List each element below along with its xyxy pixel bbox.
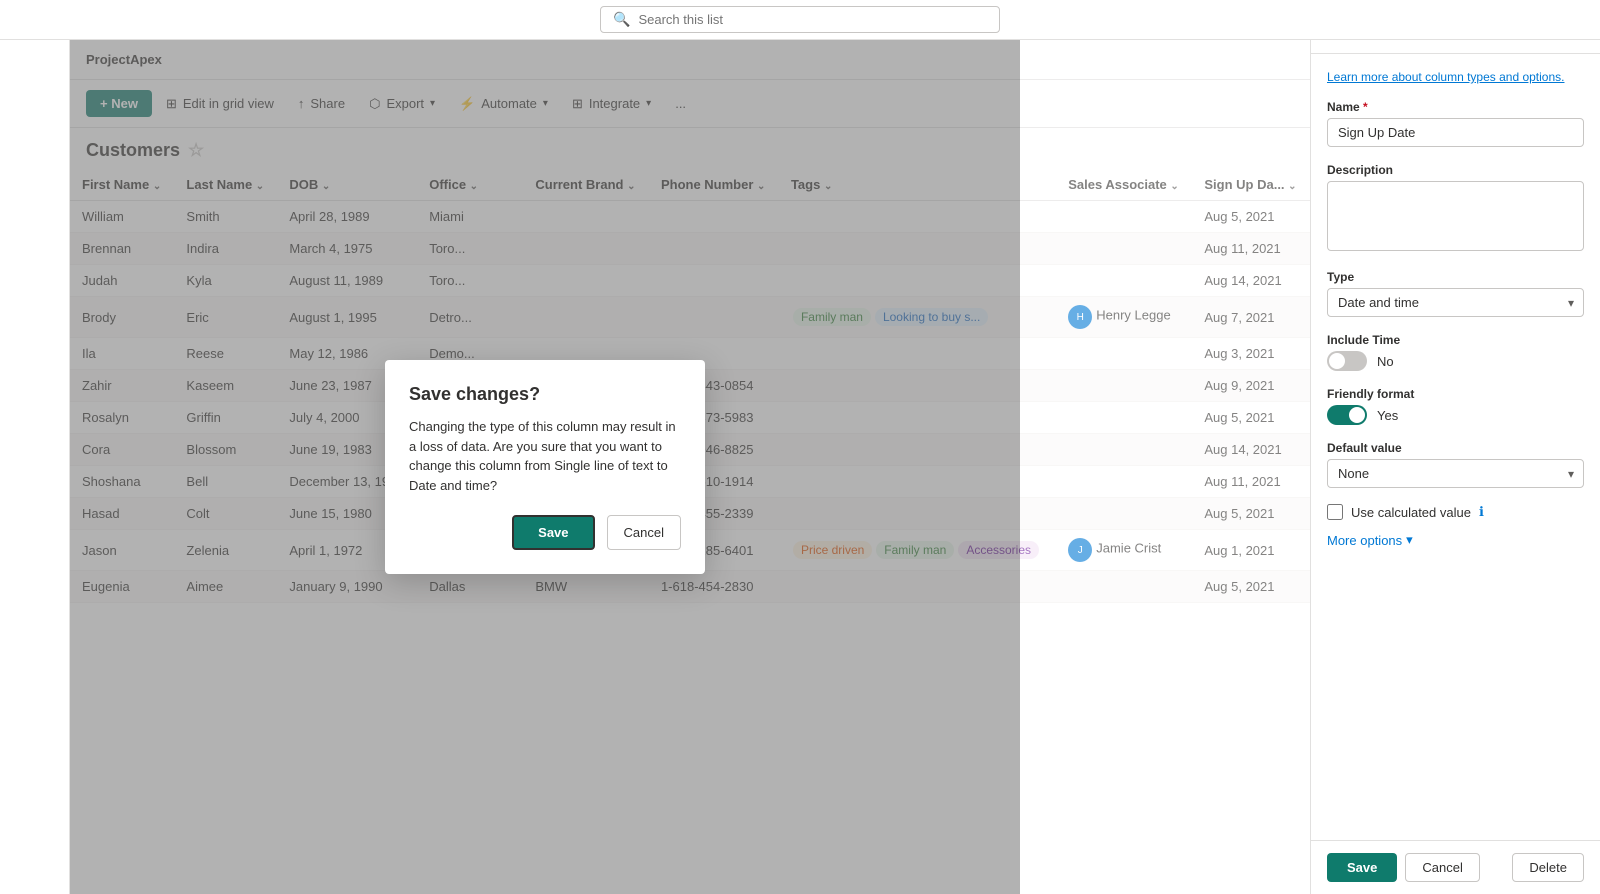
- name-field-group: Name *: [1327, 100, 1584, 147]
- friendly-format-value: Yes: [1377, 408, 1398, 423]
- save-changes-modal: Save changes? Changing the type of this …: [385, 360, 705, 574]
- use-calculated-label: Use calculated value: [1351, 505, 1471, 520]
- cell-7: [1056, 338, 1192, 370]
- type-select[interactable]: Date and time Single line of text Number…: [1327, 288, 1584, 317]
- friendly-format-toggle-row: Yes: [1327, 405, 1584, 425]
- use-calculated-row: Use calculated value ℹ: [1327, 504, 1584, 520]
- default-value-label: Default value: [1327, 441, 1584, 455]
- modal-title: Save changes?: [409, 384, 681, 405]
- col-signup[interactable]: Sign Up Da... ⌄: [1192, 169, 1310, 201]
- friendly-format-knob: [1349, 407, 1365, 423]
- right-panel: Edit column ✕ Learn more about column ty…: [1310, 0, 1600, 894]
- include-time-knob: [1329, 353, 1345, 369]
- cell-8: Aug 9, 2021: [1192, 370, 1310, 402]
- cell-8: Aug 11, 2021: [1192, 233, 1310, 265]
- search-input[interactable]: [638, 12, 987, 27]
- use-calculated-checkbox[interactable]: [1327, 504, 1343, 520]
- cell-7: [1056, 434, 1192, 466]
- default-value-select[interactable]: None: [1327, 459, 1584, 488]
- info-icon[interactable]: ℹ: [1479, 504, 1484, 520]
- include-time-toggle-row: No: [1327, 351, 1584, 371]
- cell-8: Aug 11, 2021: [1192, 466, 1310, 498]
- avatar: J: [1068, 538, 1092, 562]
- include-time-label: Include Time: [1327, 333, 1584, 347]
- modal-overlay: Save changes? Changing the type of this …: [70, 40, 1020, 894]
- friendly-format-toggle[interactable]: [1327, 405, 1367, 425]
- more-options-toggle[interactable]: More options ▾: [1327, 532, 1584, 548]
- cell-7: [1056, 466, 1192, 498]
- sidebar: [0, 40, 70, 894]
- cell-7: HHenry Legge: [1056, 297, 1192, 338]
- modal-cancel-button[interactable]: Cancel: [607, 515, 681, 550]
- more-options-caret: ▾: [1406, 532, 1413, 548]
- cell-8: Aug 7, 2021: [1192, 297, 1310, 338]
- cell-8: Aug 5, 2021: [1192, 402, 1310, 434]
- type-field-group: Type Date and time Single line of text N…: [1327, 270, 1584, 317]
- type-select-wrap: Date and time Single line of text Number…: [1327, 288, 1584, 317]
- name-input[interactable]: [1327, 118, 1584, 147]
- cell-8: Aug 5, 2021: [1192, 201, 1310, 233]
- modal-save-button[interactable]: Save: [512, 515, 594, 550]
- cell-7: [1056, 370, 1192, 402]
- cell-7: [1056, 571, 1192, 603]
- friendly-format-label: Friendly format: [1327, 387, 1584, 401]
- default-value-group: Default value None ▾: [1327, 441, 1584, 488]
- include-time-value: No: [1377, 354, 1394, 369]
- name-required: *: [1363, 100, 1368, 114]
- cell-8: Aug 14, 2021: [1192, 265, 1310, 297]
- description-textarea[interactable]: [1327, 181, 1584, 251]
- modal-actions: Save Cancel: [409, 515, 681, 550]
- avatar: H: [1068, 305, 1092, 329]
- panel-delete-button[interactable]: Delete: [1512, 853, 1584, 882]
- cell-8: Aug 5, 2021: [1192, 571, 1310, 603]
- top-bar: 🔍: [0, 0, 1600, 40]
- search-box[interactable]: 🔍: [600, 6, 1000, 33]
- learn-more-link[interactable]: Learn more about column types and option…: [1327, 70, 1584, 84]
- cell-8: Aug 3, 2021: [1192, 338, 1310, 370]
- col-associate[interactable]: Sales Associate ⌄: [1056, 169, 1192, 201]
- friendly-format-group: Friendly format Yes: [1327, 387, 1584, 425]
- panel-body: Learn more about column types and option…: [1311, 54, 1600, 840]
- search-icon: 🔍: [613, 11, 630, 28]
- cell-8: Aug 5, 2021: [1192, 498, 1310, 530]
- description-label: Description: [1327, 163, 1584, 177]
- cell-7: JJamie Crist: [1056, 530, 1192, 571]
- panel-footer: Save Cancel Delete: [1311, 840, 1600, 894]
- default-value-select-wrap: None ▾: [1327, 459, 1584, 488]
- cell-7: [1056, 201, 1192, 233]
- main-content: ProjectApex + New ⊞ Edit in grid view ↑ …: [70, 40, 1310, 894]
- panel-cancel-button[interactable]: Cancel: [1405, 853, 1479, 882]
- type-label: Type: [1327, 270, 1584, 284]
- include-time-group: Include Time No: [1327, 333, 1584, 371]
- cell-7: [1056, 498, 1192, 530]
- cell-7: [1056, 402, 1192, 434]
- modal-body: Changing the type of this column may res…: [409, 417, 681, 495]
- panel-save-button[interactable]: Save: [1327, 853, 1397, 882]
- cell-7: [1056, 265, 1192, 297]
- description-field-group: Description: [1327, 163, 1584, 254]
- name-label: Name *: [1327, 100, 1584, 114]
- cell-8: Aug 14, 2021: [1192, 434, 1310, 466]
- include-time-toggle[interactable]: [1327, 351, 1367, 371]
- cell-7: [1056, 233, 1192, 265]
- cell-8: Aug 1, 2021: [1192, 530, 1310, 571]
